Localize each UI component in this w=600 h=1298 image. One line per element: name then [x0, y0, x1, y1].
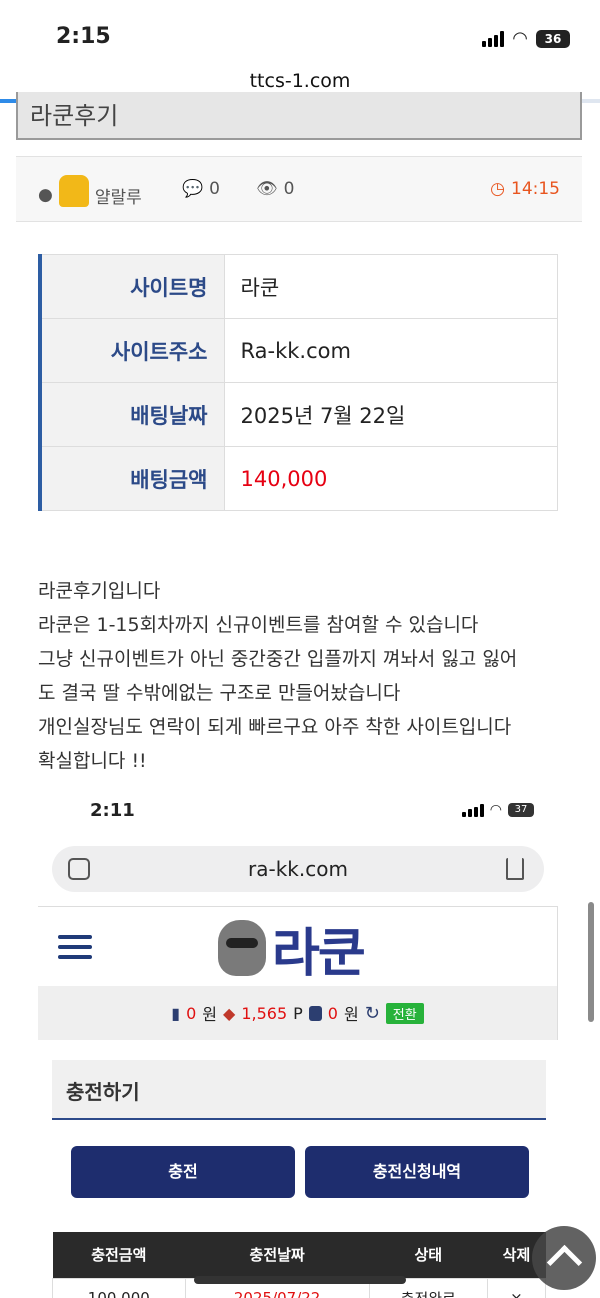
- embedded-status-icons: ◠ 37: [461, 802, 534, 818]
- table-row: 배팅날짜 2025년 7월 22일: [39, 382, 558, 447]
- embedded-screenshot: 2:11 ◠ 37 ra-kk.com 라쿤 ▮ 0 원 ◆ 1,565 P 0…: [38, 790, 558, 1298]
- status-icons: ◠ 36: [482, 28, 570, 49]
- col-status: 상태: [369, 1232, 488, 1278]
- eye-icon: 👁: [256, 179, 278, 199]
- col-amount: 충전금액: [52, 1232, 186, 1278]
- author-name: 얄랄루: [94, 187, 142, 208]
- site-header: 라쿤: [38, 906, 558, 986]
- scroll-indicator[interactable]: [588, 902, 594, 1022]
- cell-amount: 100,000: [52, 1277, 186, 1298]
- post-title-box: 라쿤후기: [16, 92, 582, 140]
- embedded-address-bar: ra-kk.com: [52, 846, 544, 892]
- post-meta: ● 얄랄루 💬 0 👁 0 ◷ 14:15: [16, 156, 582, 222]
- money-bag-icon: ▮: [171, 1003, 181, 1023]
- diamond-icon: ◆: [223, 1003, 236, 1023]
- post-time-value: 14:15: [511, 179, 560, 199]
- bet-date-label: 배팅날짜: [39, 382, 225, 447]
- table-row: 사이트명 라쿤: [39, 254, 558, 319]
- bet-amount-label: 배팅금액: [39, 446, 225, 511]
- site-name-value: 라쿤: [223, 254, 558, 319]
- balance-bar: ▮ 0 원 ◆ 1,565 P 0 원 ↻ 전환: [38, 986, 558, 1040]
- hamburger-icon: [58, 935, 92, 965]
- user-icon: ●: [38, 185, 53, 205]
- body-line: 라쿤은 1-15회차까지 신규이벤트를 참여할 수 있습니다: [38, 614, 479, 636]
- refresh-icon: ↻: [364, 1002, 380, 1024]
- battery-icon: 37: [508, 803, 534, 817]
- avatar: [58, 175, 89, 207]
- col-date: 충전날짜: [185, 1232, 370, 1278]
- table-row: 사이트주소 Ra-kk.com: [39, 318, 558, 383]
- wifi-icon: ◠: [489, 802, 502, 818]
- bet-amount-value: 140,000: [223, 446, 558, 511]
- browser-url[interactable]: ttcs-1.com: [0, 70, 600, 92]
- cell-delete: ×: [486, 1277, 547, 1298]
- status-bar: 2:15 ◠ 36: [0, 0, 600, 70]
- raccoon-mascot-icon: [218, 920, 266, 976]
- view-count: 👁 0: [256, 179, 294, 199]
- comment-icon: 💬: [182, 179, 204, 199]
- embedded-domain: ra-kk.com: [248, 857, 348, 881]
- charge-history-button: 충전신청내역: [305, 1146, 529, 1198]
- charge-button: 충전: [71, 1146, 295, 1198]
- body-line: 그냥 신규이벤트가 아닌 중간중간 입플까지 껴놔서 잃고 잃어: [38, 648, 518, 670]
- scroll-to-top-button[interactable]: [532, 1226, 596, 1290]
- signal-icon: [482, 30, 505, 47]
- status-time: 2:15: [56, 24, 111, 49]
- swap-badge: 전환: [385, 1002, 424, 1024]
- point-unit: P: [293, 1003, 303, 1023]
- bet-date-value: 2025년 7월 22일: [223, 382, 558, 447]
- charge-history-table: 충전금액 충전날짜 상태 삭제 100,000 2025/07/22 충전완료 …: [52, 1232, 547, 1298]
- point-balance: 1,565: [241, 1003, 288, 1023]
- body-line: 개인실장님도 연락이 되게 빠르구요 아주 착한 사이트입니다: [38, 716, 512, 738]
- charge-section-title: 충전하기: [52, 1060, 546, 1120]
- post-title: 라쿤후기: [30, 102, 119, 130]
- view-count-value: 0: [283, 179, 295, 199]
- site-info-table: 사이트명 라쿤 사이트주소 Ra-kk.com 배팅날짜 2025년 7월 22…: [38, 254, 558, 511]
- site-address-value: Ra-kk.com: [223, 318, 558, 383]
- chip-unit: 원: [343, 1005, 359, 1024]
- site-address-label: 사이트주소: [39, 318, 225, 383]
- comment-count-value: 0: [209, 179, 220, 199]
- signal-icon: [461, 803, 484, 817]
- cash-balance: 0: [186, 1003, 197, 1023]
- clock-icon: ◷: [490, 179, 505, 199]
- share-icon: [506, 858, 524, 880]
- cash-unit: 원: [202, 1005, 217, 1024]
- logo-text: 라쿤: [272, 923, 366, 984]
- site-name-label: 사이트명: [39, 254, 225, 319]
- comment-count: 💬 0: [182, 179, 220, 199]
- battery-icon: 36: [536, 29, 570, 48]
- author[interactable]: ● 얄랄루: [38, 175, 142, 211]
- body-line: 도 결국 딸 수밖에없는 구조로 만들어놨습니다: [38, 682, 401, 704]
- wifi-icon: ◠: [512, 28, 528, 49]
- home-indicator[interactable]: [194, 1276, 406, 1284]
- embedded-status-time: 2:11: [90, 800, 135, 821]
- post-body: 라쿤후기입니다 라쿤은 1-15회차까지 신규이벤트를 참여할 수 있습니다 그…: [38, 574, 568, 778]
- post-time: ◷ 14:15: [490, 179, 560, 199]
- table-header-row: 충전금액 충전날짜 상태 삭제: [52, 1232, 546, 1278]
- chip-balance: 0: [327, 1003, 338, 1023]
- casino-chip-icon: [308, 1005, 322, 1021]
- body-line: 라쿤후기입니다: [38, 580, 161, 602]
- site-logo: 라쿤: [218, 913, 366, 984]
- table-row: 배팅금액 140,000: [39, 446, 558, 511]
- body-line: 확실합니다 !!: [38, 750, 147, 772]
